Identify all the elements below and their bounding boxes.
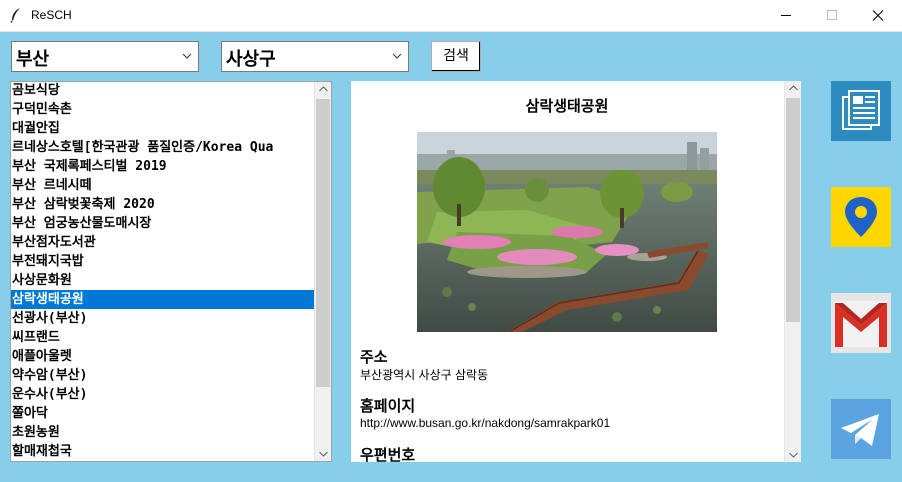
gmail-button[interactable]	[831, 293, 891, 353]
scroll-up-icon[interactable]	[789, 85, 798, 91]
telegram-button[interactable]	[831, 399, 891, 459]
maximize-icon	[827, 10, 837, 20]
homepage-label: 홈페이지	[360, 397, 416, 415]
maximize-button[interactable]	[809, 0, 855, 31]
list-item[interactable]: 부전돼지국밥	[11, 252, 315, 271]
list-item[interactable]: 대궐안집	[11, 119, 315, 138]
window-title: ReSCH	[31, 8, 72, 22]
map-pin-icon	[831, 187, 891, 247]
region-select[interactable]: 부산	[11, 41, 199, 72]
map-button[interactable]	[831, 187, 891, 247]
homepage-link[interactable]: http://www.busan.go.kr/nakdong/samrakpar…	[360, 416, 610, 430]
detail-scroll-thumb[interactable]	[786, 98, 800, 322]
list-item[interactable]: 르네상스호텔[한국관광 품질인증/Korea Qua	[11, 138, 315, 157]
detail-scrollbar[interactable]	[784, 81, 801, 462]
feather-icon	[8, 7, 24, 23]
title-bar: ReSCH	[0, 0, 902, 32]
address-value: 부산광역시 사상구 삼락동	[360, 368, 489, 382]
list-item[interactable]: 쫄아닥	[11, 404, 315, 423]
close-icon	[872, 10, 884, 21]
list-item[interactable]: 구덕민속촌	[11, 100, 315, 119]
list-item[interactable]: 초원농원	[11, 423, 315, 442]
list-item[interactable]: 씨프랜드	[11, 328, 315, 347]
gmail-icon	[831, 293, 891, 353]
list-scrollbar[interactable]	[314, 82, 331, 461]
scroll-down-icon[interactable]	[789, 452, 798, 458]
list-item[interactable]: 부산 르네시떼	[11, 176, 315, 195]
list-item[interactable]: 할매재첩국	[11, 442, 315, 461]
minimize-icon	[781, 15, 791, 16]
list-item[interactable]: 부산 엄궁농산물도매시장	[11, 214, 315, 233]
list-item[interactable]: 삼락생태공원	[11, 290, 315, 309]
list-item[interactable]: 부산 삼락벚꽃축제 2020	[11, 195, 315, 214]
zipcode-label: 우편번호	[360, 446, 416, 462]
list-item[interactable]: 운수사(부산)	[11, 385, 315, 404]
telegram-icon	[831, 399, 891, 459]
document-button[interactable]	[831, 81, 891, 141]
detail-panel: 삼락생태공원 주소 부산광역시 사상구 삼락동 홈페이지 http://www.…	[351, 81, 801, 462]
close-button[interactable]	[855, 0, 901, 31]
list-item[interactable]: 사상문화원	[11, 271, 315, 290]
list-item[interactable]: 곰보식당	[11, 82, 315, 100]
list-scroll-thumb[interactable]	[316, 99, 330, 387]
chevron-down-icon	[182, 53, 192, 59]
list-item[interactable]: 선광사(부산)	[11, 309, 315, 328]
search-button[interactable]: 검색	[431, 41, 481, 72]
scroll-down-icon[interactable]	[319, 451, 328, 457]
scroll-up-icon[interactable]	[319, 86, 328, 92]
place-title: 삼락생태공원	[525, 97, 609, 115]
region-select-value: 부산	[16, 49, 50, 70]
list-item[interactable]: 약수암(부산)	[11, 366, 315, 385]
list-item[interactable]: 애플아울렛	[11, 347, 315, 366]
place-list-items: 곰보식당 구덕민속촌 대궐안집 르네상스호텔[한국관광 품질인증/Korea Qua 부…	[11, 82, 315, 461]
list-item[interactable]: 부산 국제록페스티벌 2019	[11, 157, 315, 176]
document-icon	[831, 81, 891, 141]
district-select[interactable]: 사상구	[221, 41, 409, 72]
place-list[interactable]: 곰보식당 구덕민속촌 대궐안집 르네상스호텔[한국관광 품질인증/Korea Qua 부…	[10, 81, 332, 462]
list-item[interactable]: 부산점자도서관	[11, 233, 315, 252]
minimize-button[interactable]	[763, 0, 809, 31]
chevron-down-icon	[392, 53, 402, 59]
district-select-value: 사상구	[226, 49, 276, 70]
address-label: 주소	[360, 348, 388, 366]
park-photo	[417, 132, 717, 332]
